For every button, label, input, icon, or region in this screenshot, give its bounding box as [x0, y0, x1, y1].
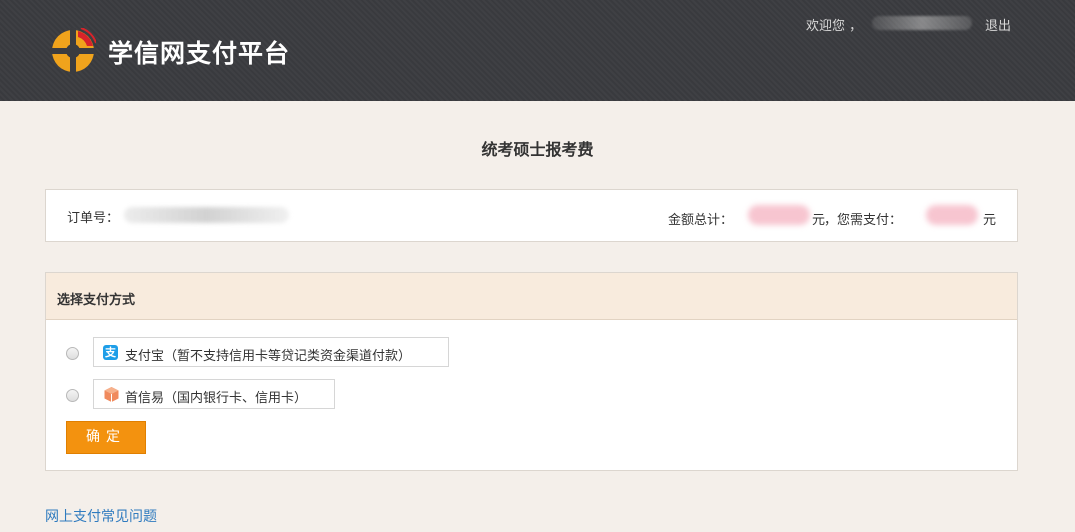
payment-method-header: 选择支付方式: [46, 273, 1017, 320]
amount-total-label: 金额总计：: [668, 213, 734, 228]
order-number-label: 订单号：: [67, 211, 120, 226]
shouxinyi-radio[interactable]: [66, 389, 79, 402]
alipay-icon: 支: [103, 345, 118, 360]
amount-total-redacted: [748, 205, 810, 225]
confirm-button[interactable]: 确定: [66, 421, 146, 454]
page-title: 统考硕士报考费: [481, 140, 594, 159]
payment-option-label: 支付宝（暂不支持信用卡等贷记类资金渠道付款）: [125, 349, 412, 364]
payment-option-label: 首信易（国内银行卡、信用卡）: [125, 391, 308, 406]
payment-option-alipay[interactable]: 支 支付宝（暂不支持信用卡等贷记类资金渠道付款）: [93, 337, 449, 367]
amount-due-unit: 元: [983, 213, 997, 228]
brand-title: 学信网支付平台: [108, 39, 291, 68]
shouxinyi-icon: [104, 387, 119, 402]
payment-option-shouxinyi[interactable]: 首信易（国内银行卡、信用卡）: [93, 379, 335, 409]
amount-due-label: ，您需支付：: [824, 213, 903, 228]
logout-link[interactable]: 退出: [985, 15, 1011, 34]
faq-link[interactable]: 网上支付常见问题: [45, 506, 157, 526]
welcome-text: 欢迎您 ，: [806, 19, 863, 34]
username-redacted: [872, 16, 972, 30]
order-summary: 订单号： 金额总计： 元 ，您需支付： 元: [45, 189, 1018, 242]
order-number-redacted: [124, 207, 289, 223]
amount-due-redacted: [926, 205, 978, 225]
payment-method-title: 选择支付方式: [57, 293, 136, 308]
alipay-radio[interactable]: [66, 347, 79, 360]
xuexin-logo-icon: [50, 28, 96, 74]
payment-method-panel: 选择支付方式 支 支付宝（暂不支持信用卡等贷记类资金渠道付款） 首信易（国内银行…: [45, 272, 1018, 471]
top-header: 学信网支付平台 欢迎您 ， 退出: [0, 0, 1075, 101]
